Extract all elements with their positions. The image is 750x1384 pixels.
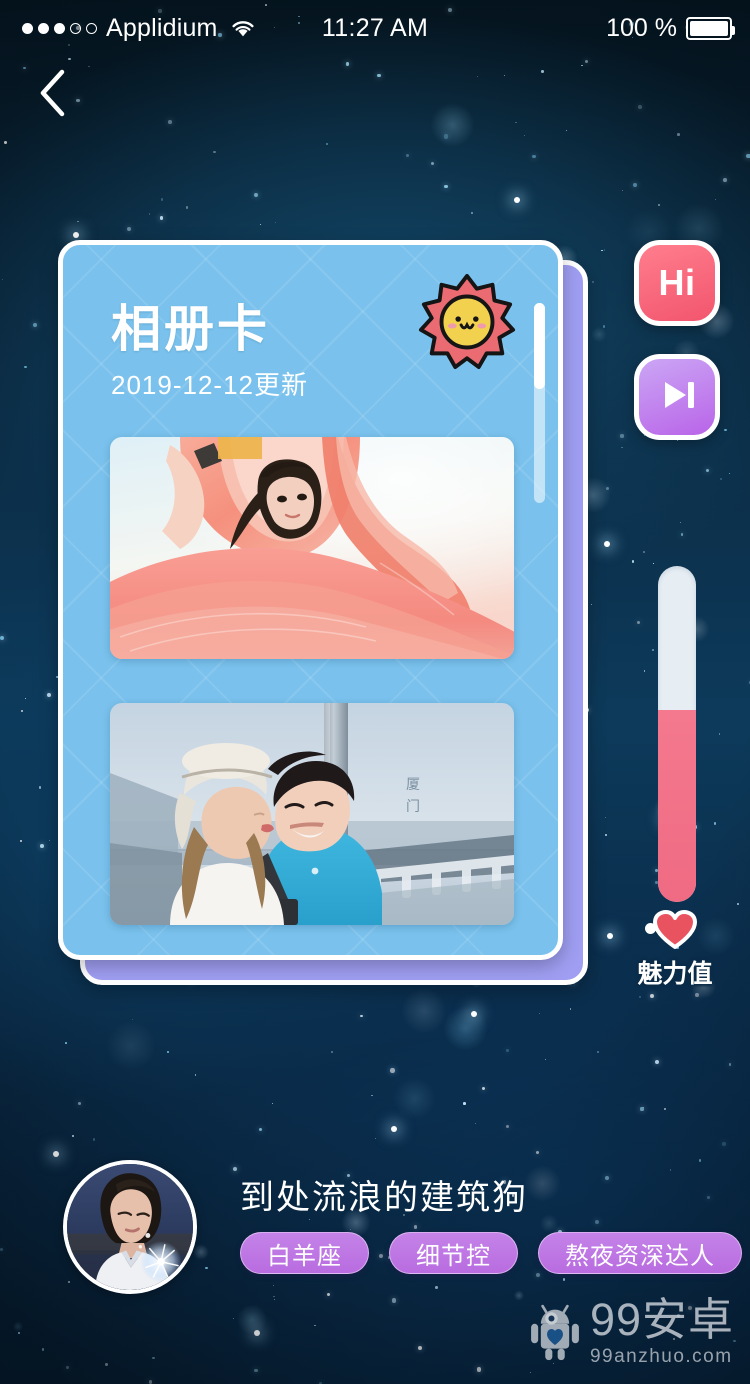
next-button[interactable] — [634, 354, 720, 440]
card-scrollbar-track[interactable] — [534, 303, 545, 503]
status-bar-right: 100 % — [606, 13, 735, 43]
charm-meter-fill — [658, 710, 696, 902]
profile-tag[interactable]: 细节控 — [389, 1232, 518, 1274]
profile-name: 到处流浪的建筑狗 — [240, 1179, 528, 1217]
profile-bar: 到处流浪的建筑狗 白羊座 细节控 熬夜资深达人 — [0, 1148, 750, 1298]
watermark-text: 99安卓 99anzhuo.com — [590, 1297, 734, 1368]
heart-icon — [653, 910, 697, 950]
card-scrollbar-thumb[interactable] — [534, 303, 545, 389]
album-photo-1[interactable] — [110, 437, 514, 659]
status-bar: Applidium 11:27 AM 100 % — [0, 0, 750, 56]
battery-icon — [686, 16, 735, 40]
sun-face-sticker-icon — [418, 273, 516, 371]
hi-button[interactable]: Hi — [634, 240, 720, 326]
card-subtitle: 2019-12-12更新 — [111, 370, 308, 400]
avatar[interactable] — [63, 1160, 197, 1294]
back-chevron-icon — [38, 68, 68, 123]
watermark-title: 99安卓 — [589, 1294, 734, 1345]
android-robot-logo-icon — [530, 1299, 580, 1366]
album-card[interactable]: 相册卡 2019-12-12更新 厦 门 — [58, 240, 563, 960]
svg-text:门: 门 — [406, 799, 420, 815]
battery-percent-label: 100 % — [606, 13, 677, 42]
hi-button-label: Hi — [658, 262, 696, 303]
profile-tag[interactable]: 熬夜资深达人 — [538, 1232, 742, 1274]
card-title: 相册卡 — [111, 301, 270, 357]
watermark-url: 99anzhuo.com — [589, 1346, 733, 1367]
back-button[interactable] — [24, 66, 82, 124]
album-photo-2[interactable]: 厦 门 — [110, 703, 514, 925]
skip-next-icon — [655, 373, 699, 422]
charm-meter[interactable] — [658, 566, 696, 902]
profile-tag[interactable]: 白羊座 — [240, 1232, 369, 1274]
charm-meter-label: 魅力值 — [637, 960, 713, 988]
svg-text:厦: 厦 — [406, 777, 420, 793]
profile-tags: 白羊座 细节控 熬夜资深达人 — [240, 1232, 742, 1274]
app-root: Applidium 11:27 AM 100 % 相册卡 2019-12-12更… — [0, 0, 750, 1384]
album-card-stack[interactable]: 相册卡 2019-12-12更新 厦 门 — [58, 240, 588, 985]
watermark: 99安卓 99anzhuo.com — [530, 1297, 734, 1368]
